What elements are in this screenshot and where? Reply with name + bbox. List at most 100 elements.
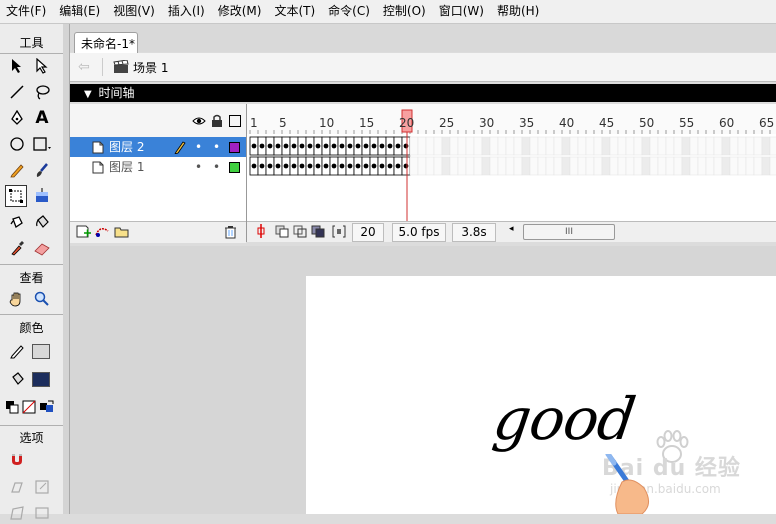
frame-ruler[interactable]: 1 5 10 15 20 25 30 35 40 45 50 55 60 65 [247, 104, 776, 134]
empty-frame-cell [513, 156, 523, 176]
gradient-transform-tool-icon[interactable] [31, 185, 53, 207]
menu-item-1[interactable]: 编辑(E) [53, 0, 107, 23]
menu-item-2[interactable]: 视图(V) [107, 0, 162, 23]
menu-item-6[interactable]: 命令(C) [322, 0, 377, 23]
layer-visible-dot[interactable]: • [195, 137, 202, 157]
pen-tool-icon[interactable] [6, 107, 28, 129]
add-motion-guide-icon[interactable] [94, 225, 110, 241]
pencil-tool-icon[interactable] [6, 159, 28, 181]
lasso-tool-icon[interactable] [31, 81, 53, 103]
empty-frame-cell [673, 136, 683, 156]
timeline-header[interactable]: ▼ 时间轴 [70, 84, 776, 102]
empty-frame-cell [713, 156, 723, 176]
line-tool-icon[interactable] [6, 81, 28, 103]
menu-item-9[interactable]: 帮助(H) [491, 0, 546, 23]
empty-frame-cell [761, 156, 771, 176]
empty-frame-cell [481, 136, 491, 156]
keyframe-dot [283, 163, 289, 169]
no-color-icon[interactable] [21, 396, 37, 418]
layer-row-1[interactable]: 图层 1 • • [70, 157, 246, 177]
empty-frame-cell [577, 156, 587, 176]
onion-skin-icon[interactable] [275, 225, 289, 241]
scene-clapper-icon [113, 60, 129, 74]
oval-tool-icon[interactable] [6, 133, 28, 155]
layer-outline-swatch[interactable] [229, 142, 240, 153]
empty-frame-cell [737, 156, 747, 176]
insert-folder-icon[interactable] [114, 225, 130, 241]
timeline-horizontal-scrollbar[interactable]: III [523, 224, 615, 240]
delete-layer-trash-icon[interactable] [224, 225, 237, 242]
empty-frame-cell [497, 156, 507, 176]
empty-frame-cell [617, 136, 627, 156]
stage-canvas[interactable]: good Bai du 经验 jingyan.baidu.com [306, 276, 776, 514]
selection-tool-icon[interactable] [6, 55, 28, 77]
rotate-skew-icon[interactable] [6, 476, 28, 498]
black-white-icon[interactable] [4, 396, 20, 418]
layer-name[interactable]: 图层 2 [109, 137, 144, 157]
menu-item-4[interactable]: 修改(M) [212, 0, 269, 23]
snap-magnet-icon[interactable] [6, 448, 28, 470]
stroke-color-swatch[interactable] [29, 340, 53, 362]
menu-item-0[interactable]: 文件(F) [0, 0, 53, 23]
layer-name[interactable]: 图层 1 [109, 157, 144, 177]
fill-color-swatch[interactable] [29, 368, 53, 390]
menu-item-3[interactable]: 插入(I) [162, 0, 212, 23]
layer-lock-dot[interactable]: • [213, 157, 220, 177]
keyframe-dot [347, 143, 353, 149]
text-tool-icon[interactable]: A [31, 107, 53, 129]
empty-frame-cell [705, 156, 715, 176]
frame-rate-readout[interactable]: 5.0 fps [392, 223, 446, 242]
empty-frame-cell [449, 136, 459, 156]
current-frame-readout[interactable]: 20 [352, 223, 384, 242]
empty-frame-cell [417, 136, 427, 156]
empty-frame-cell [481, 156, 491, 176]
hand-tool-icon[interactable] [6, 288, 28, 310]
empty-frame-cell [721, 156, 731, 176]
empty-frame-cell [609, 136, 619, 156]
eraser-tool-icon[interactable] [31, 237, 53, 259]
ruler-label: 60 [719, 116, 735, 130]
ink-bottle-tool-icon[interactable] [6, 211, 28, 233]
menu-item-5[interactable]: 文本(T) [268, 0, 322, 23]
distort-icon[interactable] [6, 502, 28, 524]
empty-frame-cell [409, 136, 419, 156]
eyedropper-tool-icon[interactable] [6, 237, 28, 259]
ruler-label: 30 [479, 116, 495, 130]
options-title: 选项 [19, 431, 44, 445]
show-hide-eye-icon[interactable] [192, 115, 206, 129]
scroll-left-arrow-icon[interactable]: ◂ [509, 224, 514, 234]
lock-icon[interactable] [211, 114, 223, 130]
swap-colors-icon[interactable] [38, 396, 56, 418]
document-tab[interactable]: 未命名-1* [74, 32, 138, 54]
menu-item-8[interactable]: 窗口(W) [433, 0, 491, 23]
insert-layer-icon[interactable] [76, 225, 92, 241]
free-transform-tool-icon[interactable] [5, 185, 27, 207]
back-arrow-icon[interactable]: ⇦ [78, 59, 96, 75]
center-frame-icon[interactable] [255, 224, 267, 241]
zoom-tool-icon[interactable] [31, 288, 53, 310]
scene-label[interactable]: 场景 1 [133, 59, 168, 76]
layer-lock-dot[interactable]: • [213, 137, 220, 157]
menu-bar: 文件(F) 编辑(E) 视图(V) 插入(I) 修改(M) 文本(T) 命令(C) 控制(O)… [0, 0, 776, 24]
envelope-icon[interactable] [31, 502, 53, 524]
subselection-tool-icon[interactable] [31, 55, 53, 77]
empty-frame-cell [673, 156, 683, 176]
menu-item-7[interactable]: 控制(O) [377, 0, 433, 23]
keyframe-dot [275, 143, 281, 149]
empty-frame-cell [449, 156, 459, 176]
outline-toggle-icon[interactable] [229, 115, 241, 127]
onion-skin-outlines-icon[interactable] [293, 225, 307, 241]
paint-bucket-tool-icon[interactable] [31, 211, 53, 233]
empty-frame-cell [529, 156, 539, 176]
layer-visible-dot[interactable]: • [195, 157, 202, 177]
modify-onion-markers-icon[interactable] [332, 225, 346, 241]
edit-multiple-frames-icon[interactable] [311, 225, 325, 241]
layer-outline-swatch[interactable] [229, 162, 240, 173]
layer-row-2[interactable]: 图层 2 • • [70, 137, 246, 157]
rectangle-tool-icon[interactable] [31, 133, 53, 155]
brush-tool-icon[interactable] [31, 159, 53, 181]
collapse-triangle-icon[interactable]: ▼ [84, 89, 92, 100]
scale-icon[interactable] [31, 476, 53, 498]
empty-frame-cell [729, 136, 739, 156]
keyframe-dot [299, 143, 305, 149]
